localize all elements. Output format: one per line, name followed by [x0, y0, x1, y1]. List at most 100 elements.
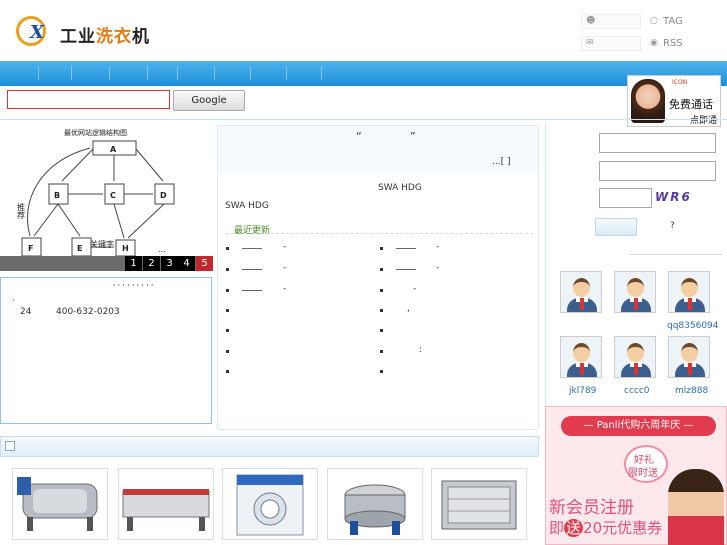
nav-item[interactable]	[321, 66, 322, 80]
tag-icon: ○	[650, 16, 658, 26]
service-phone: 400-632-0203	[56, 307, 120, 317]
nav-item[interactable]	[147, 66, 148, 80]
avatar[interactable]	[560, 271, 602, 313]
list-bullet	[380, 268, 383, 271]
operator-avatar	[631, 79, 665, 123]
recent-updates-heading: 最近更新	[234, 226, 271, 236]
avatar[interactable]	[614, 271, 656, 313]
product-thumb[interactable]	[12, 468, 108, 540]
nav-item[interactable]	[177, 66, 178, 80]
page-button-3[interactable]: 3	[161, 256, 178, 271]
article-title[interactable]: SWA HDG	[378, 183, 422, 193]
list-bullet	[226, 247, 229, 250]
list-bullet	[380, 350, 383, 353]
username-field[interactable]	[599, 133, 716, 153]
list-item-link[interactable]	[242, 269, 262, 270]
logo-text: 工业洗衣机	[60, 27, 150, 47]
ironer-image	[122, 489, 210, 531]
nav-item[interactable]	[71, 66, 72, 80]
avatar[interactable]	[614, 336, 656, 378]
list-bullet	[226, 350, 229, 353]
nav-item[interactable]	[250, 66, 251, 80]
contact-box	[0, 277, 212, 424]
captcha-field[interactable]	[599, 188, 652, 208]
diagram-label: 关键字	[90, 239, 114, 249]
node-label: D	[160, 191, 167, 200]
ad-headline: 新会员注册	[549, 498, 634, 518]
node-label: B	[54, 191, 60, 200]
washer-extractor-image	[17, 477, 98, 531]
list-item-link[interactable]	[396, 248, 416, 249]
product-thumb[interactable]	[327, 468, 423, 540]
user-name-link[interactable]: qq8356094	[667, 321, 719, 331]
list-item-link[interactable]	[396, 269, 416, 270]
avatar[interactable]	[668, 336, 710, 378]
user-name-link[interactable]: mlz888	[675, 386, 708, 396]
avatar[interactable]	[668, 271, 710, 313]
captcha-image[interactable]: WR6	[655, 190, 694, 206]
list-bullet	[380, 309, 383, 312]
quote-close: ”	[410, 130, 416, 143]
user-icon: ☻	[586, 16, 596, 26]
panli-ad-banner[interactable]: — Panli代购六周年庆 — 好礼 限时送 新会员注册 即送 20元优惠券	[545, 406, 727, 545]
node-label: H	[122, 244, 129, 253]
list-item[interactable]: :	[419, 345, 422, 355]
nav-item[interactable]	[214, 66, 215, 80]
featured-article	[218, 126, 538, 174]
list-item[interactable]: -	[283, 242, 286, 252]
list-bullet	[380, 289, 383, 292]
diagram-title: 最优网站逻辑结构图	[64, 128, 127, 137]
quote-open: “	[356, 130, 362, 143]
call-brand: ICON	[672, 79, 688, 86]
hydro-extractor-image	[344, 484, 406, 535]
dryer-image	[236, 474, 304, 536]
list-bullet	[226, 309, 229, 312]
list-item-link[interactable]	[242, 290, 262, 291]
slideshow-image[interactable]: 最优网站逻辑结构图 A B C D F E H 推荐 关键字 ...	[0, 121, 213, 257]
help-link[interactable]: ?	[670, 221, 675, 231]
node-label: C	[110, 191, 116, 200]
node-label: A	[110, 145, 117, 154]
list-item[interactable]: -	[436, 263, 439, 273]
page-button-2[interactable]: 2	[143, 256, 160, 271]
ad-title: — Panli代购六周年庆 —	[561, 416, 716, 436]
nav-item[interactable]	[38, 66, 39, 80]
diagram-label: 推荐	[17, 202, 26, 220]
search-input[interactable]	[7, 90, 170, 109]
google-search-button[interactable]: Google	[173, 90, 245, 111]
product-thumb[interactable]	[222, 468, 318, 540]
page-button-5[interactable]: 5	[196, 256, 213, 271]
list-item[interactable]: -	[283, 284, 286, 294]
industrial-washer-image	[441, 480, 517, 530]
list-item[interactable]: -	[436, 242, 439, 252]
logic-structure-diagram: 最优网站逻辑结构图 A B C D F E H 推荐 关键字 ...	[17, 128, 175, 257]
product-thumb[interactable]	[431, 468, 527, 540]
list-bullet	[226, 268, 229, 271]
password-field[interactable]	[599, 161, 716, 181]
list-bullet	[226, 289, 229, 292]
node-label: F	[28, 244, 33, 253]
page-button-1[interactable]: 1	[125, 256, 142, 271]
user-name-link[interactable]: cccc0	[624, 386, 650, 396]
products-header	[0, 436, 539, 457]
ad-subline: 即送 20元优惠券	[549, 519, 663, 537]
list-item[interactable]: -	[413, 284, 416, 294]
more-link[interactable]: ...[ ]	[492, 157, 510, 167]
list-bullet	[380, 247, 383, 250]
user-name-link[interactable]: jkl789	[569, 386, 596, 396]
logo-letters: X	[30, 22, 44, 43]
divider	[629, 254, 722, 255]
product-thumb[interactable]	[118, 468, 214, 540]
contact-dots: ' ' ' ' ' ' ' ' '	[113, 283, 154, 292]
rss-link[interactable]: RSS	[663, 38, 683, 49]
list-item[interactable]: ,	[407, 304, 410, 314]
list-item-link[interactable]	[242, 248, 262, 249]
list-item[interactable]: -	[283, 263, 286, 273]
list-bullet	[226, 329, 229, 332]
nav-item[interactable]	[286, 66, 287, 80]
avatar[interactable]	[560, 336, 602, 378]
nav-item[interactable]	[109, 66, 110, 80]
page-button-4[interactable]: 4	[178, 256, 195, 271]
login-button[interactable]	[595, 218, 637, 236]
tag-link[interactable]: TAG	[663, 16, 683, 27]
